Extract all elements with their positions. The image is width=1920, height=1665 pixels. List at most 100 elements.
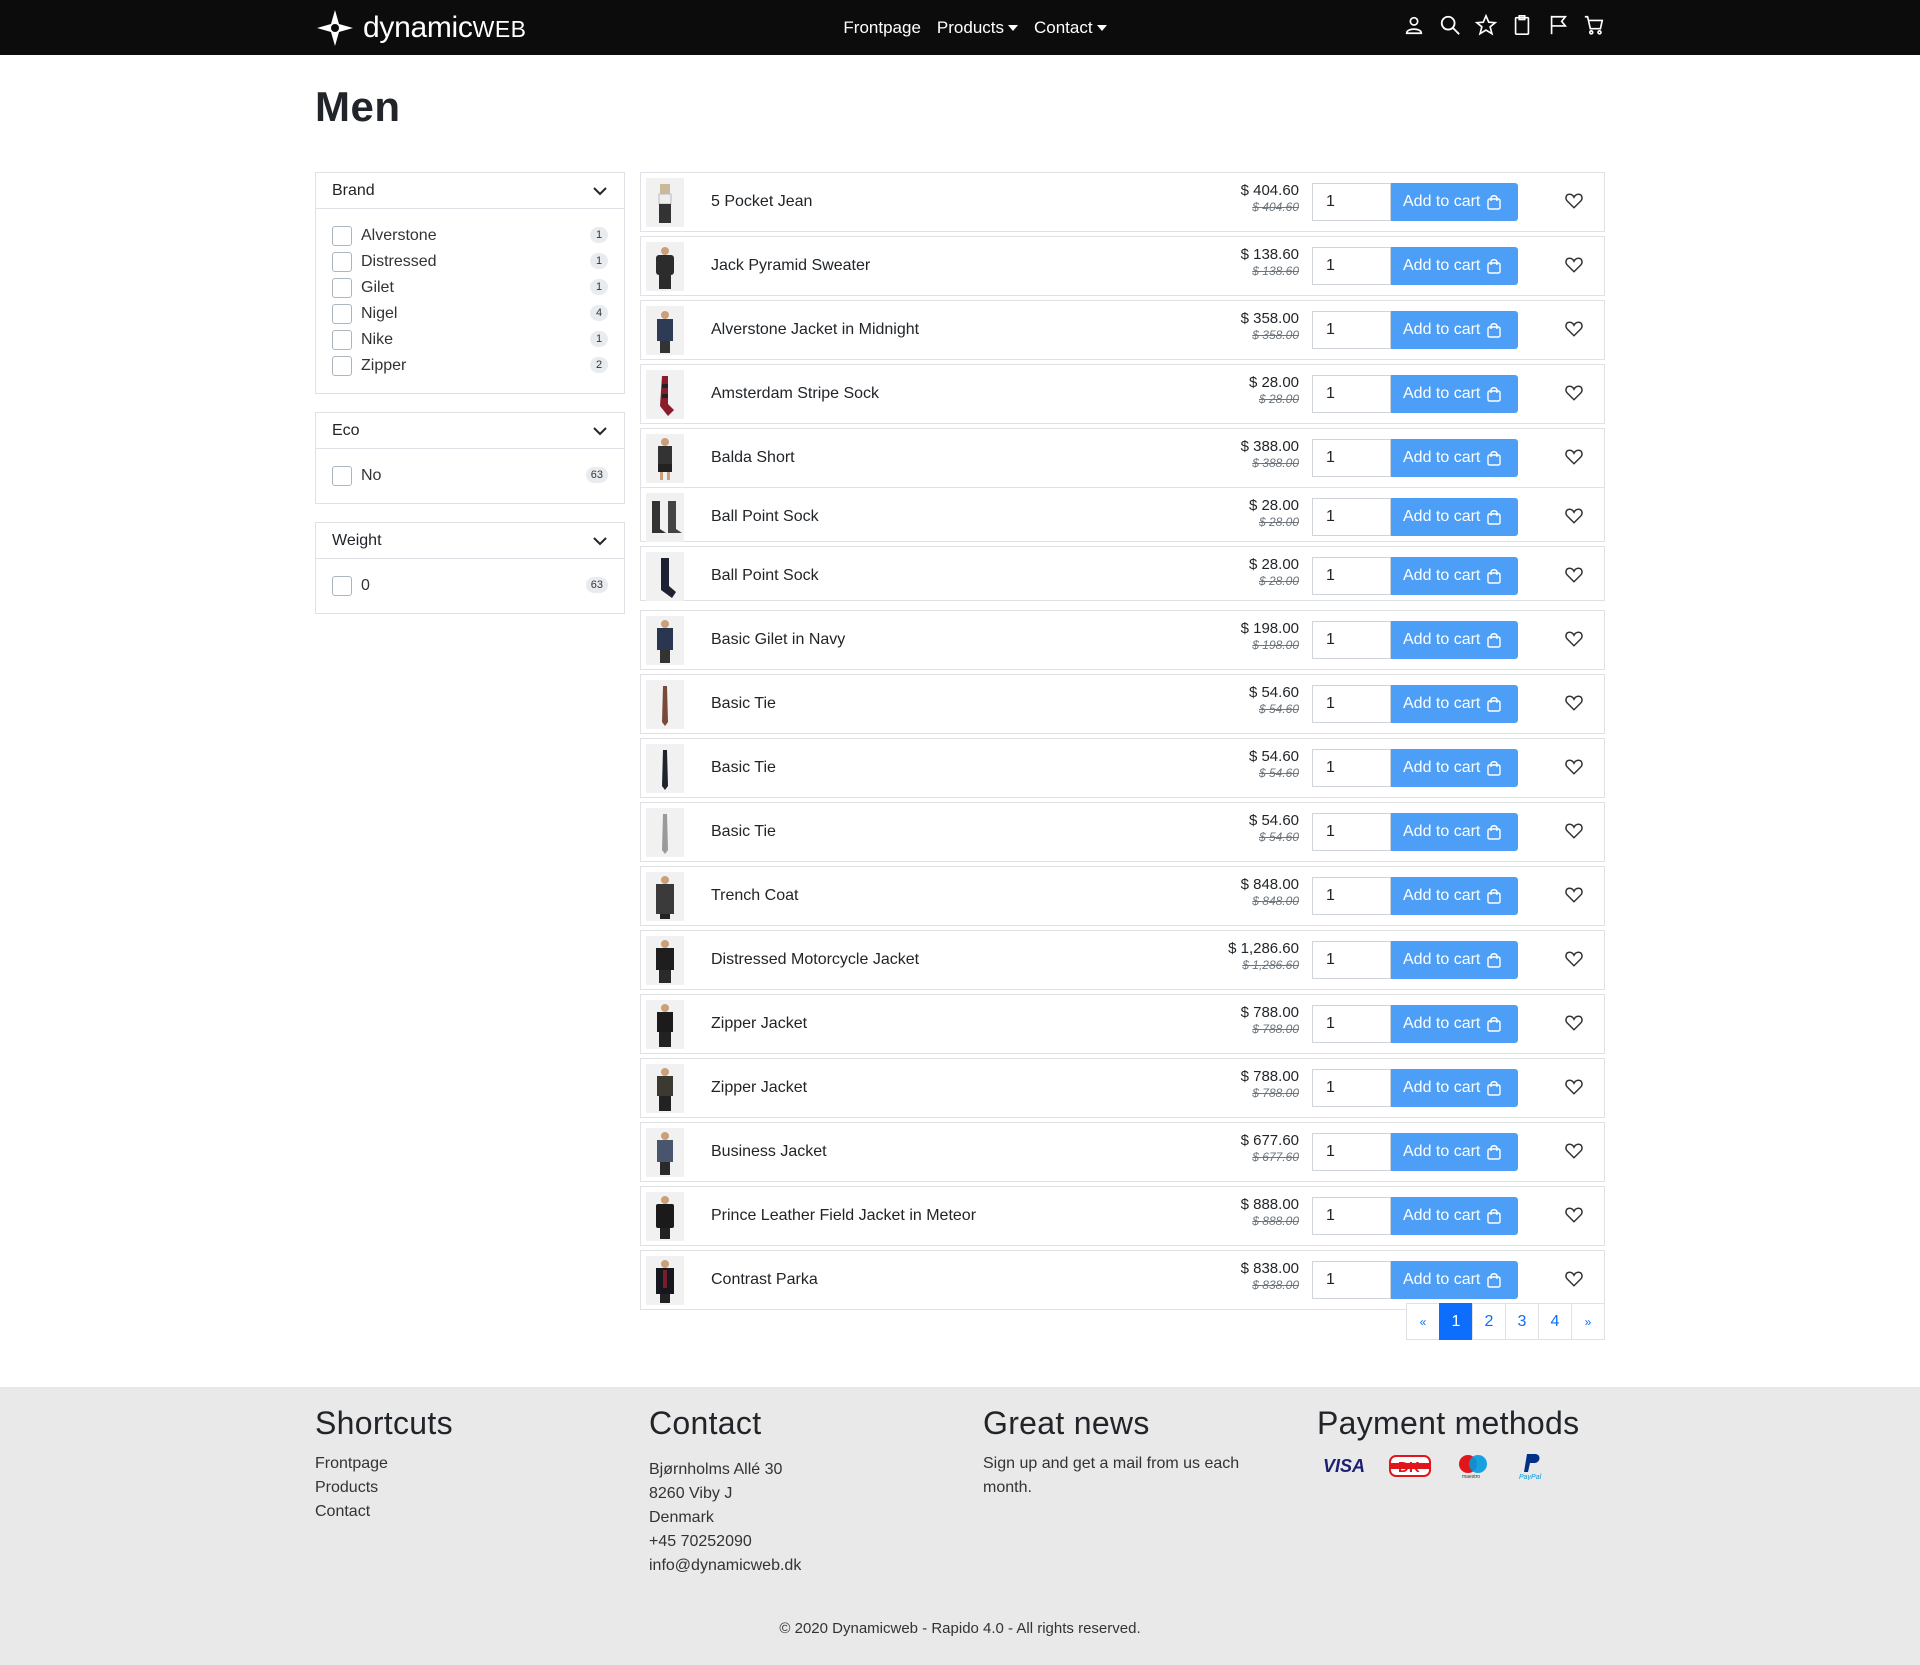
facet-option[interactable]: No 63	[332, 463, 608, 489]
add-to-cart-button[interactable]: Add to cart	[1391, 1133, 1518, 1171]
add-to-cart-button[interactable]: Add to cart	[1391, 941, 1518, 979]
nav-products[interactable]: Products	[937, 18, 1018, 38]
product-thumbnail[interactable]	[646, 1128, 684, 1177]
product-thumbnail[interactable]	[646, 680, 684, 729]
footer-link-frontpage[interactable]: Frontpage	[315, 1452, 453, 1476]
favorite-button[interactable]	[1565, 448, 1585, 468]
add-to-cart-button[interactable]: Add to cart	[1391, 877, 1518, 915]
favorite-button[interactable]	[1565, 1014, 1585, 1034]
quantity-input[interactable]: 1	[1312, 311, 1391, 349]
product-name[interactable]: Trench Coat	[711, 867, 798, 925]
search-icon[interactable]	[1439, 14, 1461, 38]
checkbox[interactable]	[332, 330, 352, 350]
product-name[interactable]: Balda Short	[711, 429, 795, 487]
product-thumbnail[interactable]	[646, 1256, 684, 1305]
add-to-cart-button[interactable]: Add to cart	[1391, 1261, 1518, 1299]
checkbox[interactable]	[332, 304, 352, 324]
add-to-cart-button[interactable]: Add to cart	[1391, 311, 1518, 349]
add-to-cart-button[interactable]: Add to cart	[1391, 439, 1518, 477]
product-name[interactable]: 5 Pocket Jean	[711, 173, 812, 231]
quantity-input[interactable]: 1	[1312, 941, 1391, 979]
product-thumbnail[interactable]	[646, 306, 684, 355]
nav-frontpage[interactable]: Frontpage	[843, 18, 921, 38]
product-name[interactable]: Basic Tie	[711, 739, 776, 797]
favorite-button[interactable]	[1565, 1078, 1585, 1098]
quantity-input[interactable]: 1	[1312, 375, 1391, 413]
checkbox[interactable]	[332, 226, 352, 246]
quantity-input[interactable]: 1	[1312, 1005, 1391, 1043]
add-to-cart-button[interactable]: Add to cart	[1391, 1005, 1518, 1043]
add-to-cart-button[interactable]: Add to cart	[1391, 1197, 1518, 1235]
favorite-button[interactable]	[1565, 886, 1585, 906]
favorite-button[interactable]	[1565, 507, 1585, 527]
add-to-cart-button[interactable]: Add to cart	[1391, 183, 1518, 221]
checkbox[interactable]	[332, 576, 352, 596]
quantity-input[interactable]: 1	[1312, 1261, 1391, 1299]
add-to-cart-button[interactable]: Add to cart	[1391, 749, 1518, 787]
favorite-button[interactable]	[1565, 1206, 1585, 1226]
favorite-button[interactable]	[1565, 1142, 1585, 1162]
facet-weight-header[interactable]: Weight	[316, 523, 624, 559]
product-name[interactable]: Ball Point Sock	[711, 488, 819, 546]
product-thumbnail[interactable]	[646, 936, 684, 985]
product-name[interactable]: Amsterdam Stripe Sock	[711, 365, 879, 423]
quantity-input[interactable]: 1	[1312, 621, 1391, 659]
footer-link-contact[interactable]: Contact	[315, 1500, 453, 1524]
quantity-input[interactable]: 1	[1312, 183, 1391, 221]
quantity-input[interactable]: 1	[1312, 877, 1391, 915]
user-icon[interactable]	[1403, 14, 1425, 38]
quantity-input[interactable]: 1	[1312, 498, 1391, 536]
product-name[interactable]: Prince Leather Field Jacket in Meteor	[711, 1187, 976, 1245]
checkbox[interactable]	[332, 466, 352, 486]
quantity-input[interactable]: 1	[1312, 1133, 1391, 1171]
product-name[interactable]: Basic Tie	[711, 675, 776, 733]
quantity-input[interactable]: 1	[1312, 813, 1391, 851]
footer-link-products[interactable]: Products	[315, 1476, 453, 1500]
pagination-prev[interactable]: «	[1406, 1303, 1440, 1340]
facet-option[interactable]: 0 63	[332, 573, 608, 599]
quantity-input[interactable]: 1	[1312, 1197, 1391, 1235]
product-thumbnail[interactable]	[646, 434, 684, 483]
quantity-input[interactable]: 1	[1312, 749, 1391, 787]
product-name[interactable]: Jack Pyramid Sweater	[711, 237, 870, 295]
nav-contact[interactable]: Contact	[1034, 18, 1107, 38]
favorite-button[interactable]	[1565, 630, 1585, 650]
pagination-page-1[interactable]: 1	[1439, 1303, 1473, 1340]
contact-email[interactable]: info@dynamicweb.dk	[649, 1554, 801, 1578]
add-to-cart-button[interactable]: Add to cart	[1391, 498, 1518, 536]
pagination-page-2[interactable]: 2	[1472, 1303, 1506, 1340]
product-name[interactable]: Basic Gilet in Navy	[711, 611, 845, 669]
favorite-button[interactable]	[1565, 1270, 1585, 1290]
facet-option[interactable]: Gilet 1	[332, 275, 608, 301]
favorite-button[interactable]	[1565, 822, 1585, 842]
add-to-cart-button[interactable]: Add to cart	[1391, 375, 1518, 413]
product-thumbnail[interactable]	[646, 872, 684, 921]
product-thumbnail[interactable]	[646, 808, 684, 857]
pagination-page-3[interactable]: 3	[1505, 1303, 1539, 1340]
quantity-input[interactable]: 1	[1312, 439, 1391, 477]
product-thumbnail[interactable]	[646, 493, 684, 542]
quantity-input[interactable]: 1	[1312, 1069, 1391, 1107]
favorite-button[interactable]	[1565, 256, 1585, 276]
product-thumbnail[interactable]	[646, 1192, 684, 1241]
pagination-page-4[interactable]: 4	[1538, 1303, 1572, 1340]
contact-phone[interactable]: +45 70252090	[649, 1530, 801, 1554]
product-name[interactable]: Basic Tie	[711, 803, 776, 861]
checkbox[interactable]	[332, 356, 352, 376]
add-to-cart-button[interactable]: Add to cart	[1391, 557, 1518, 595]
cart-icon[interactable]	[1583, 14, 1605, 38]
product-name[interactable]: Ball Point Sock	[711, 547, 819, 605]
favorite-button[interactable]	[1565, 320, 1585, 340]
facet-option[interactable]: Nike 1	[332, 327, 608, 353]
facet-option[interactable]: Distressed 1	[332, 249, 608, 275]
add-to-cart-button[interactable]: Add to cart	[1391, 621, 1518, 659]
product-name[interactable]: Business Jacket	[711, 1123, 827, 1181]
flag-icon[interactable]	[1547, 14, 1569, 38]
product-name[interactable]: Zipper Jacket	[711, 995, 807, 1053]
facet-eco-header[interactable]: Eco	[316, 413, 624, 449]
favorite-button[interactable]	[1565, 566, 1585, 586]
pagination-next[interactable]: »	[1571, 1303, 1605, 1340]
quantity-input[interactable]: 1	[1312, 557, 1391, 595]
product-thumbnail[interactable]	[646, 552, 684, 601]
facet-option[interactable]: Alverstone 1	[332, 223, 608, 249]
